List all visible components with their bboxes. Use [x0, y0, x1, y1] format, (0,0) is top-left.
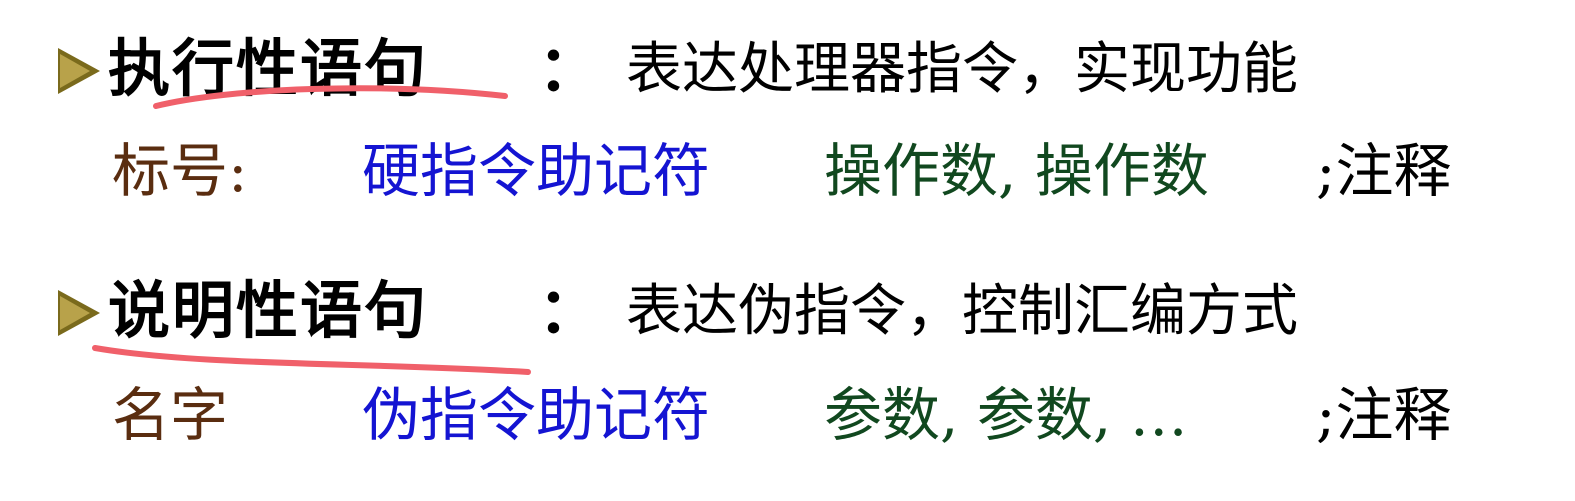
heading-underline	[92, 345, 531, 375]
heading-underline	[153, 85, 508, 109]
underline-strokes	[92, 85, 531, 375]
